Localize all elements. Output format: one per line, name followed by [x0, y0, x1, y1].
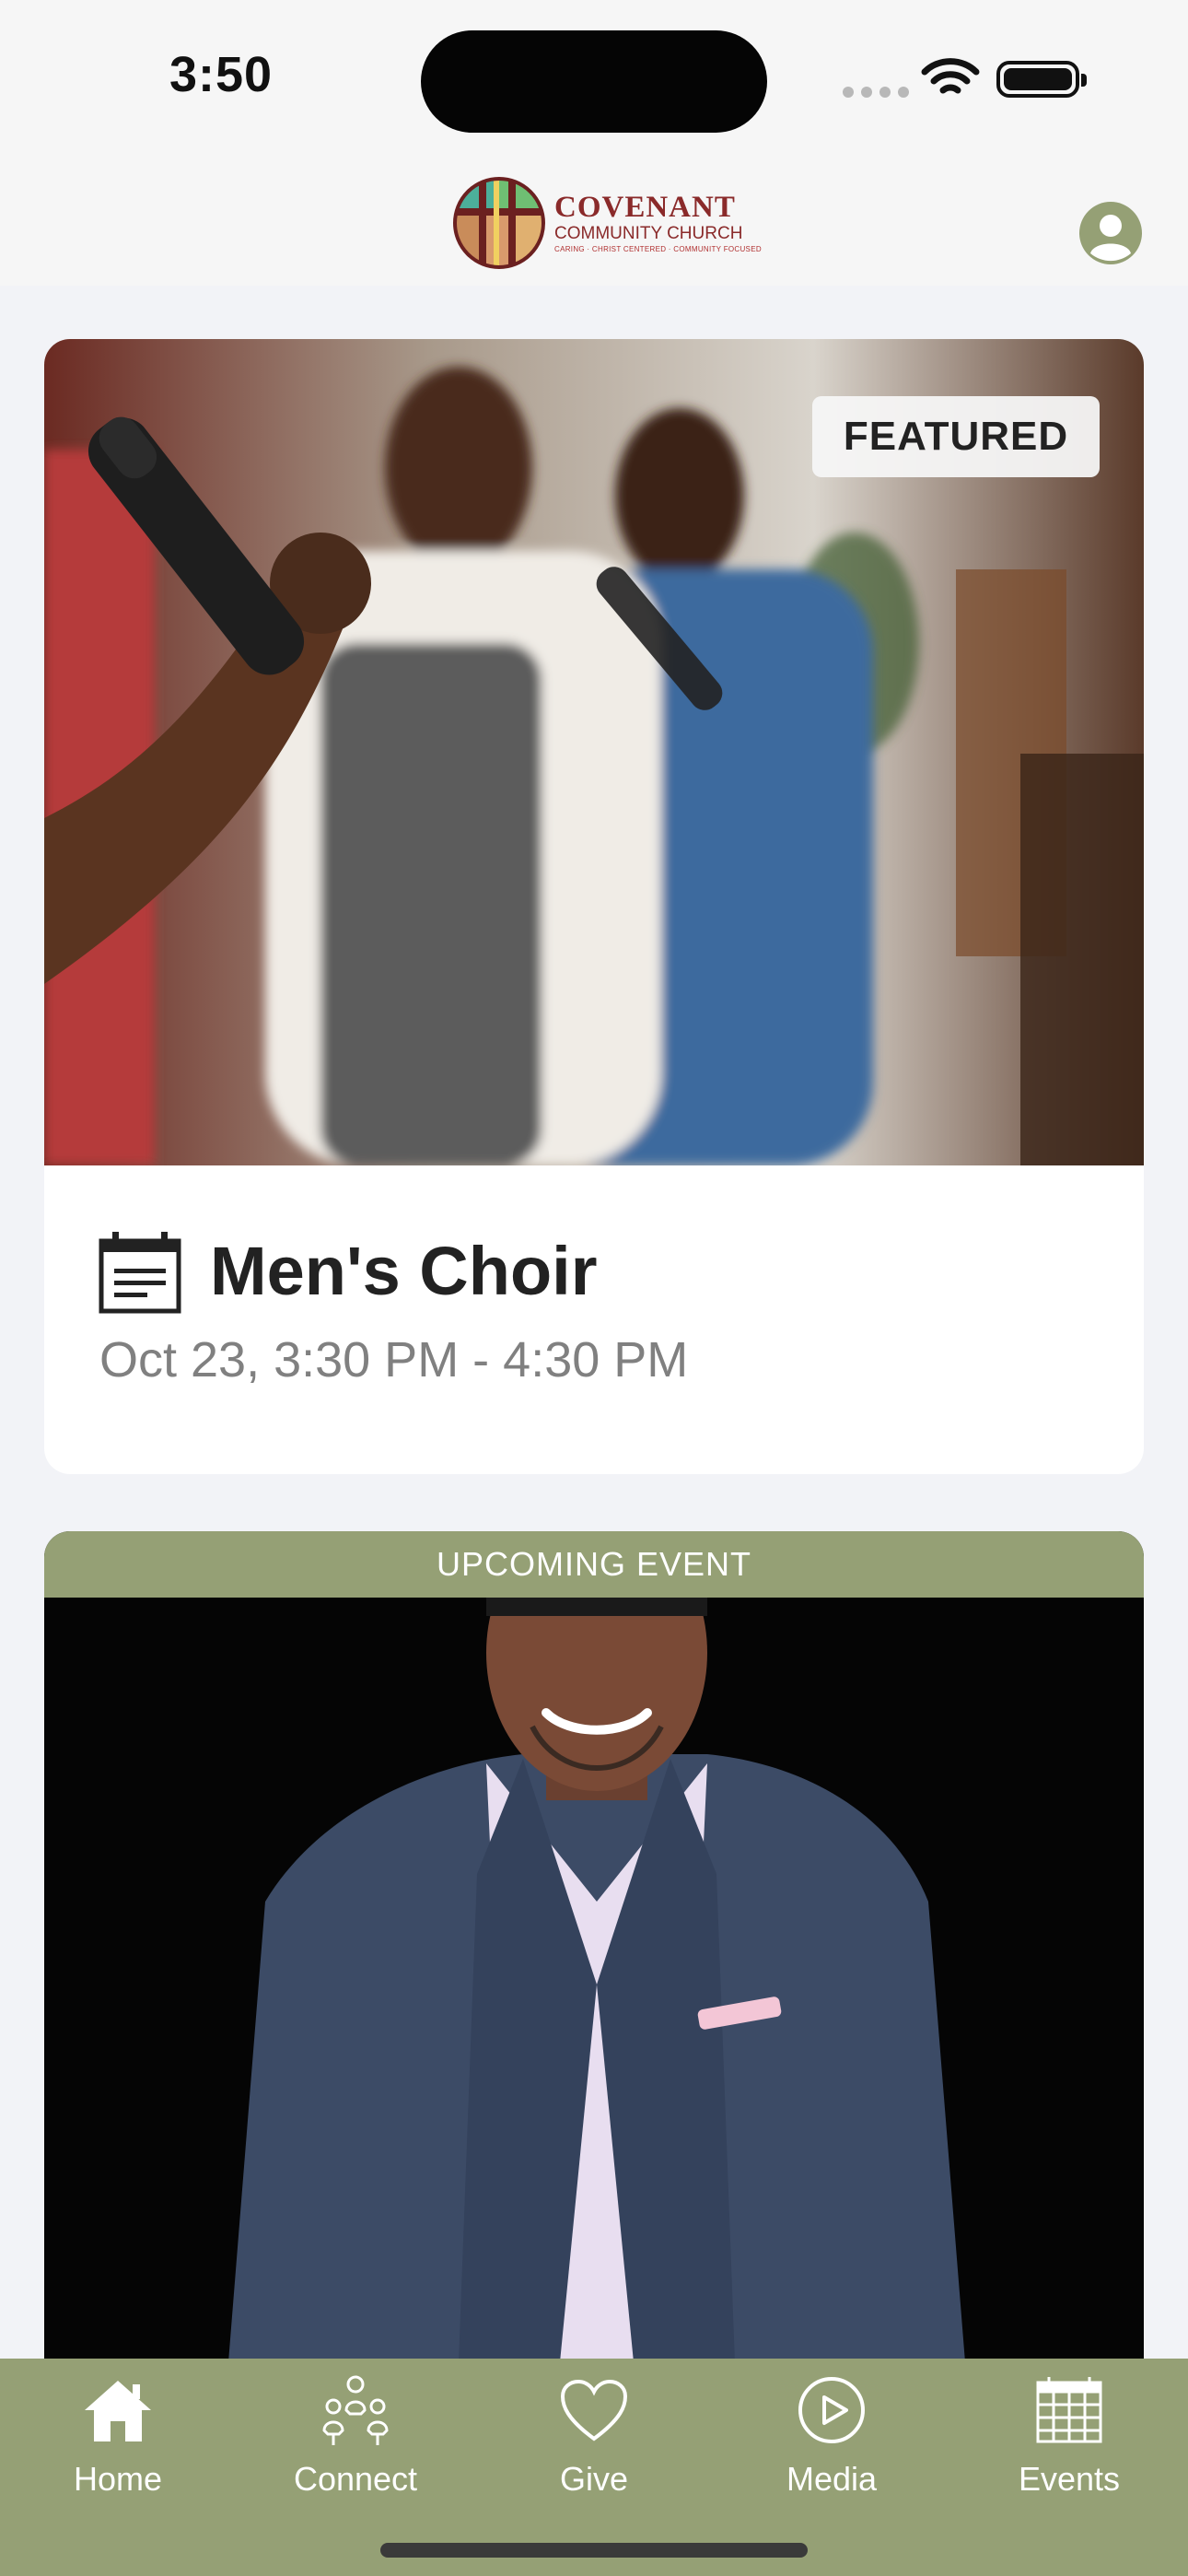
tab-home-label: Home: [73, 2460, 163, 2498]
tab-media[interactable]: Media: [740, 2371, 924, 2510]
featured-badge: FEATURED: [812, 396, 1100, 477]
battery-icon: [996, 61, 1087, 98]
person-circle-icon[interactable]: [1077, 200, 1144, 266]
logo-emblem-icon: [453, 177, 545, 269]
cellular-signal-icon: [843, 87, 909, 98]
logo-tagline: CARING · CHRIST CENTERED · COMMUNITY FOC…: [554, 245, 762, 253]
calendar-grid-icon: [1036, 2377, 1102, 2443]
play-icon: [798, 2377, 865, 2443]
logo-subtitle: COMMUNITY CHURCH: [554, 224, 743, 243]
tab-events[interactable]: Events: [977, 2371, 1161, 2510]
upcoming-event-card[interactable]: UPCOMING EVENT: [44, 1531, 1144, 2360]
tab-events-label: Events: [1018, 2460, 1121, 2498]
tab-give[interactable]: Give: [502, 2371, 686, 2510]
event-info[interactable]: Men's Choir Oct 23, 3:30 PM - 4:30 PM: [44, 1165, 1144, 1474]
calendar-icon: [99, 1232, 181, 1314]
pastor-portrait-photo: [44, 1598, 1144, 2360]
event-title: Men's Choir: [210, 1233, 598, 1309]
status-bar: 3:50: [0, 0, 1188, 152]
heart-icon: [560, 2379, 628, 2441]
home-indicator[interactable]: [380, 2543, 808, 2558]
app-header: COVENANT COMMUNITY CHURCH CARING · CHRIS…: [0, 152, 1188, 286]
featured-event-card[interactable]: FEATURED Men's Choir Oct 23, 3:30 PM - 4…: [44, 339, 1144, 1474]
wifi-icon: [921, 58, 980, 94]
tab-home[interactable]: Home: [26, 2371, 210, 2510]
people-icon: [322, 2375, 389, 2445]
tab-connect-label: Connect: [293, 2460, 418, 2498]
tab-connect[interactable]: Connect: [263, 2371, 448, 2510]
event-time: Oct 23, 3:30 PM - 4:30 PM: [99, 1332, 689, 1388]
tab-media-label: Media: [786, 2460, 878, 2498]
church-logo[interactable]: COVENANT COMMUNITY CHURCH CARING · CHRIS…: [451, 175, 762, 271]
dynamic-island: [421, 30, 767, 133]
logo-title: COVENANT: [554, 191, 736, 224]
home-icon: [85, 2381, 151, 2441]
status-time: 3:50: [169, 47, 274, 102]
tab-give-label: Give: [559, 2460, 629, 2498]
upcoming-event-label: UPCOMING EVENT: [44, 1531, 1144, 1598]
